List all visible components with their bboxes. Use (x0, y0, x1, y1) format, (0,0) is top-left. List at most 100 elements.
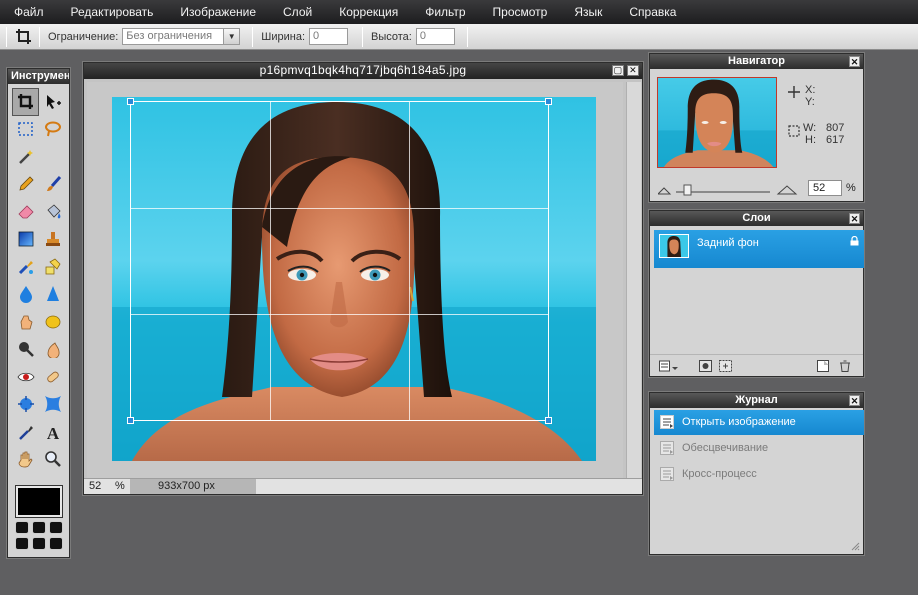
sponge-tool[interactable] (39, 308, 66, 336)
zoom-value[interactable]: 52 (89, 480, 101, 492)
menu-language[interactable]: Язык (560, 0, 615, 24)
hand-tool[interactable] (12, 446, 39, 474)
chevron-down-icon[interactable]: ▼ (224, 28, 241, 45)
color-picker-tool[interactable] (12, 418, 39, 446)
menu-edit[interactable]: Редактировать (57, 0, 167, 24)
layer-mask-icon[interactable] (699, 359, 713, 372)
pencil-tool[interactable] (12, 171, 39, 199)
history-item[interactable]: Обесцвечивание (654, 436, 864, 461)
constraint-label: Ограничение: (48, 30, 119, 43)
document-title: p16pmvq1bqk4hq717jbq6h184a5.jpg ▢ ✕ (84, 63, 642, 79)
navigator-zoom-input[interactable]: 52 (808, 180, 842, 196)
close-icon[interactable]: ✕ (849, 395, 860, 406)
layer-thumbnail (659, 234, 689, 258)
crop-handle[interactable] (127, 98, 134, 105)
crop-guide (131, 208, 548, 209)
menu-filter[interactable]: Фильтр (411, 0, 478, 24)
trash-icon[interactable] (839, 360, 851, 372)
menu-help[interactable]: Справка (615, 0, 689, 24)
brush-tool[interactable] (39, 171, 66, 199)
move-tool[interactable] (39, 88, 66, 116)
layer-settings-icon[interactable] (659, 360, 679, 372)
blur-tool[interactable] (12, 281, 39, 309)
nav-y-label: Y: (805, 96, 815, 108)
crop-selection[interactable] (127, 98, 552, 424)
selection-size-icon (788, 125, 800, 137)
crop-icon (17, 93, 33, 109)
magic-wand-tool[interactable] (12, 143, 39, 171)
close-icon[interactable]: ✕ (849, 56, 860, 67)
swatch[interactable] (15, 521, 29, 534)
swatch[interactable] (15, 537, 29, 550)
swatch[interactable] (49, 521, 63, 534)
crop-tool[interactable] (12, 88, 39, 116)
menu-file[interactable]: Файл (0, 0, 57, 24)
spot-heal-tool[interactable] (39, 363, 66, 391)
crop-handle[interactable] (127, 417, 134, 424)
navigator-panel: Навигатор ✕ X: Y: W: 807 H: 617 52 % (649, 53, 864, 202)
history-item[interactable]: Кросс-процесс (654, 462, 864, 487)
navigator-thumbnail[interactable] (657, 77, 777, 168)
constraint-select[interactable]: Без ограничения (122, 28, 225, 45)
sharpen-tool[interactable] (39, 281, 66, 309)
resize-grip-icon[interactable] (851, 542, 860, 551)
separator (6, 26, 7, 47)
gradient-tool[interactable] (12, 226, 39, 254)
smudge-icon (20, 315, 32, 330)
dodge-tool[interactable] (12, 336, 39, 364)
lock-icon[interactable] (850, 236, 859, 246)
eraser-tool[interactable] (12, 198, 39, 226)
zoom-slider[interactable] (658, 184, 798, 196)
pinch-tool[interactable] (39, 391, 66, 419)
layer-style-icon[interactable] (719, 359, 733, 372)
history-step-icon (660, 441, 674, 455)
navigator-title-text: Навигатор (728, 55, 785, 67)
maximize-icon[interactable]: ▢ (612, 65, 624, 76)
history-title-text: Журнал (735, 394, 778, 406)
lasso-tool[interactable] (39, 116, 66, 144)
crop-handle[interactable] (545, 98, 552, 105)
separator (362, 26, 364, 47)
color-replace-tool[interactable] (12, 253, 39, 281)
color-replace-icon (18, 260, 33, 274)
drawing-tool[interactable] (39, 253, 66, 281)
menu-image[interactable]: Изображение (166, 0, 269, 24)
close-icon[interactable]: ✕ (849, 213, 860, 224)
empty-slot (39, 143, 66, 171)
menu-adjustment[interactable]: Коррекция (325, 0, 411, 24)
new-layer-icon[interactable] (817, 359, 831, 372)
burn-icon (47, 342, 59, 359)
zoom-tool[interactable] (39, 446, 66, 474)
red-eye-tool[interactable] (12, 363, 39, 391)
close-icon[interactable]: ✕ (627, 65, 639, 76)
clone-stamp-icon (45, 232, 60, 247)
history-item[interactable]: Открыть изображение (654, 410, 864, 435)
document-filename: p16pmvq1bqk4hq717jbq6h184a5.jpg (259, 63, 467, 77)
marquee-tool[interactable] (12, 116, 39, 144)
paint-bucket-tool[interactable] (39, 198, 66, 226)
eraser-icon (17, 205, 34, 219)
clone-stamp-tool[interactable] (39, 226, 66, 254)
crosshair-icon (788, 86, 800, 98)
crop-handle[interactable] (545, 417, 552, 424)
pinch-icon (44, 396, 61, 413)
zoom-slider-thumb (683, 184, 692, 196)
smudge-tool[interactable] (12, 308, 39, 336)
status-bar: 52 % 933x700 px (84, 478, 642, 494)
swatch[interactable] (49, 537, 63, 550)
bloat-tool[interactable] (12, 391, 39, 419)
options-bar: Ограничение: Без ограничения ▼ Ширина: 0… (0, 24, 918, 50)
swatch[interactable] (32, 521, 46, 534)
menu-view[interactable]: Просмотр (479, 0, 561, 24)
magic-wand-icon (18, 149, 33, 164)
swatch[interactable] (32, 537, 46, 550)
nav-w-value: 807 (826, 122, 845, 134)
vertical-scrollbar[interactable] (626, 82, 641, 478)
layer-item[interactable]: Задний фон (654, 230, 864, 268)
menu-layer[interactable]: Слой (269, 0, 325, 24)
height-input[interactable]: 0 (415, 28, 455, 45)
width-input[interactable]: 0 (309, 28, 349, 45)
burn-tool[interactable] (39, 336, 66, 364)
type-tool[interactable]: A (39, 418, 66, 446)
foreground-color-swatch[interactable] (16, 486, 62, 517)
